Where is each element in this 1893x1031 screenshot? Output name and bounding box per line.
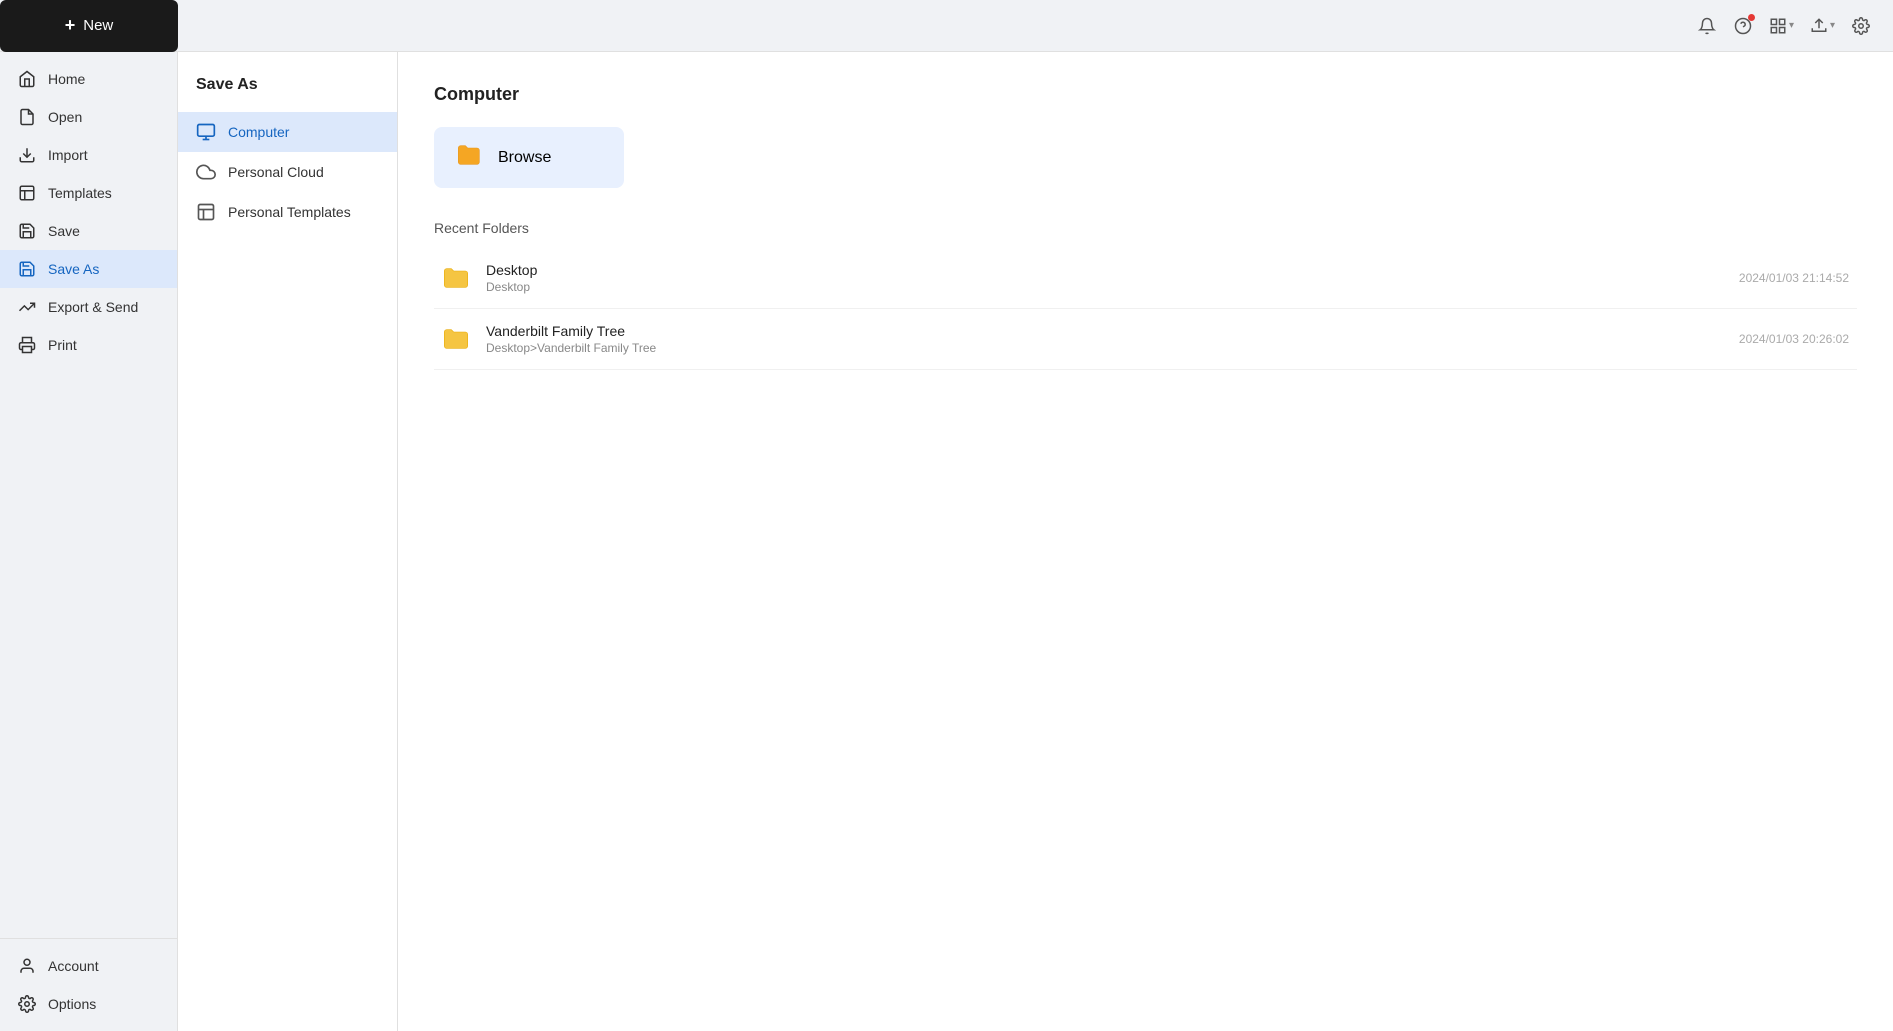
import-icon xyxy=(18,146,36,164)
top-bar: + New ▾ ▾ xyxy=(0,0,1893,52)
sidebar-item-import[interactable]: Import xyxy=(0,136,177,174)
content-title: Computer xyxy=(434,84,1857,105)
account-icon xyxy=(18,957,36,975)
open-icon xyxy=(18,108,36,126)
sidebar-spacer xyxy=(0,364,177,938)
folder-date-desktop: 2024/01/03 21:14:52 xyxy=(1739,271,1849,285)
folder-info-desktop: Desktop Desktop xyxy=(486,262,1723,294)
top-bar-right: ▾ ▾ xyxy=(1691,10,1877,42)
apps-dropdown-arrow: ▾ xyxy=(1789,20,1794,31)
question-icon[interactable] xyxy=(1727,10,1759,42)
settings-icon[interactable] xyxy=(1845,10,1877,42)
folder-date-vanderbilt: 2024/01/03 20:26:02 xyxy=(1739,332,1849,346)
notification-badge xyxy=(1748,14,1755,21)
sidebar-item-save-label: Save xyxy=(48,223,80,239)
middle-panel: Save As Computer Personal Cloud Personal… xyxy=(178,52,398,1031)
folder-name-desktop: Desktop xyxy=(486,262,1723,278)
panel-item-computer[interactable]: Computer xyxy=(178,112,397,152)
sidebar-item-open[interactable]: Open xyxy=(0,98,177,136)
top-bar-left: + New xyxy=(0,0,178,52)
tray-dropdown-arrow: ▾ xyxy=(1830,20,1835,31)
sidebar-item-options[interactable]: Options xyxy=(0,985,177,1023)
sidebar-item-export-send-label: Export & Send xyxy=(48,299,138,315)
new-button[interactable]: + New xyxy=(0,0,178,52)
folder-path-vanderbilt: Desktop>Vanderbilt Family Tree xyxy=(486,341,1723,355)
sidebar-item-account[interactable]: Account xyxy=(0,947,177,985)
computer-icon xyxy=(196,122,216,142)
folder-icon-vanderbilt xyxy=(442,327,470,351)
save-as-icon xyxy=(18,260,36,278)
panel-item-computer-label: Computer xyxy=(228,124,289,140)
save-icon xyxy=(18,222,36,240)
home-icon xyxy=(18,70,36,88)
sidebar-item-export-send[interactable]: Export & Send xyxy=(0,288,177,326)
sidebar-item-account-label: Account xyxy=(48,958,99,974)
folder-icon-desktop xyxy=(442,266,470,290)
sidebar-item-templates-label: Templates xyxy=(48,185,112,201)
browse-label: Browse xyxy=(498,149,551,167)
content-area: Computer Browse Recent Folders Desktop xyxy=(398,52,1893,1031)
folder-info-vanderbilt: Vanderbilt Family Tree Desktop>Vanderbil… xyxy=(486,323,1723,355)
new-button-label: New xyxy=(83,17,113,34)
sidebar-bottom: Account Options xyxy=(0,938,177,1023)
tray-icon[interactable]: ▾ xyxy=(1804,13,1841,39)
sidebar-item-options-label: Options xyxy=(48,996,96,1012)
sidebar-item-templates[interactable]: Templates xyxy=(0,174,177,212)
cloud-icon xyxy=(196,162,216,182)
folder-name-vanderbilt: Vanderbilt Family Tree xyxy=(486,323,1723,339)
print-icon xyxy=(18,336,36,354)
panel-item-personal-cloud-label: Personal Cloud xyxy=(228,164,324,180)
bell-icon[interactable] xyxy=(1691,10,1723,42)
browse-folder-icon xyxy=(456,143,484,172)
sidebar-item-print[interactable]: Print xyxy=(0,326,177,364)
browse-button[interactable]: Browse xyxy=(434,127,624,188)
panel-item-personal-cloud[interactable]: Personal Cloud xyxy=(178,152,397,192)
folder-item-vanderbilt[interactable]: Vanderbilt Family Tree Desktop>Vanderbil… xyxy=(434,309,1857,370)
apps-icon[interactable]: ▾ xyxy=(1763,13,1800,39)
panel-item-personal-templates-label: Personal Templates xyxy=(228,204,351,220)
sidebar-item-save[interactable]: Save xyxy=(0,212,177,250)
folder-item-desktop[interactable]: Desktop Desktop 2024/01/03 21:14:52 xyxy=(434,248,1857,309)
sidebar-item-open-label: Open xyxy=(48,109,82,125)
panel-title: Save As xyxy=(178,76,397,112)
export-icon xyxy=(18,298,36,316)
sidebar-item-home-label: Home xyxy=(48,71,85,87)
folder-path-desktop: Desktop xyxy=(486,280,1723,294)
main-layout: Home Open Import Templates Save xyxy=(0,52,1893,1031)
sidebar-item-import-label: Import xyxy=(48,147,88,163)
recent-folders-heading: Recent Folders xyxy=(434,220,1857,236)
sidebar-item-save-as[interactable]: Save As xyxy=(0,250,177,288)
folder-list: Desktop Desktop 2024/01/03 21:14:52 Vand… xyxy=(434,248,1857,370)
sidebar-item-save-as-label: Save As xyxy=(48,261,99,277)
sidebar: Home Open Import Templates Save xyxy=(0,52,178,1031)
panel-item-personal-templates[interactable]: Personal Templates xyxy=(178,192,397,232)
sidebar-item-print-label: Print xyxy=(48,337,77,353)
templates-icon xyxy=(18,184,36,202)
plus-icon: + xyxy=(65,15,76,36)
options-icon xyxy=(18,995,36,1013)
personal-templates-icon xyxy=(196,202,216,222)
sidebar-item-home[interactable]: Home xyxy=(0,60,177,98)
